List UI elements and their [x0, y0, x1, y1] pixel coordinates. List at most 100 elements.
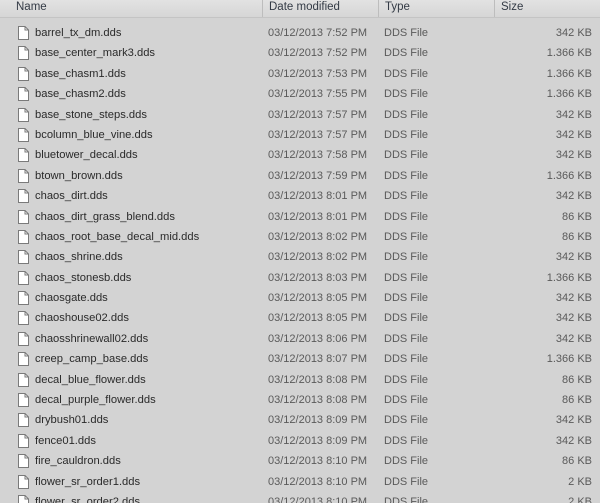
file-name: chaos_root_base_decal_mid.dds — [35, 230, 200, 243]
file-date-modified: 03/12/2013 8:02 PM — [268, 230, 368, 243]
file-date-modified: 03/12/2013 8:09 PM — [268, 414, 368, 427]
file-size: 1.366 KB — [546, 169, 592, 182]
file-date-modified: 03/12/2013 8:08 PM — [268, 394, 368, 407]
file-name: base_chasm1.dds — [35, 67, 126, 80]
file-row[interactable]: btown_brown.dds 03/12/2013 7:59 PM DDS Fil… — [0, 167, 600, 187]
file-type: DDS File — [384, 271, 429, 284]
file-row[interactable]: barrel_tx_dm.dds 03/12/2013 7:52 PM DDS Fi… — [0, 24, 600, 44]
file-row[interactable]: bcolumn_blue_vine.dds 03/12/2013 7:57 PM D… — [0, 126, 600, 146]
file-row[interactable]: flower_sr_order1.dds 03/12/2013 8:10 PM DD… — [0, 473, 600, 493]
file-date-modified: 03/12/2013 8:09 PM — [268, 434, 368, 447]
file-icon — [18, 291, 29, 306]
file-type: DDS File — [384, 88, 429, 101]
file-row[interactable]: chaos_root_base_decal_mid.dds 03/12/2013 … — [0, 228, 600, 248]
file-row[interactable]: flower_sr_order2.dds 03/12/2013 8:10 PM DD… — [0, 493, 600, 503]
file-size: 342 KB — [555, 149, 592, 162]
file-icon — [18, 26, 29, 40]
file-size: 342 KB — [555, 332, 592, 345]
file-row[interactable]: chaosshrinewall02.dds 03/12/2013 8:06 PM D… — [0, 330, 600, 350]
file-type: DDS File — [384, 312, 429, 325]
file-type: DDS File — [384, 373, 429, 386]
file-row[interactable]: decal_purple_flower.dds 03/12/2013 8:08 P… — [0, 391, 600, 411]
file-icon — [18, 189, 29, 204]
file-type: DDS File — [384, 455, 429, 468]
column-header-name[interactable]: Name — [0, 0, 262, 17]
file-size: 86 KB — [562, 230, 592, 243]
file-row[interactable]: fire_cauldron.dds 03/12/2013 8:10 PM DDS F… — [0, 452, 600, 472]
file-row[interactable]: creep_camp_base.dds 03/12/2013 8:07 PM DDS… — [0, 350, 600, 370]
file-row[interactable]: chaos_shrine.dds 03/12/2013 8:02 PM DDS Fi… — [0, 248, 600, 268]
file-size: 1.366 KB — [546, 47, 592, 60]
file-size: 342 KB — [555, 251, 592, 264]
file-type: DDS File — [384, 414, 429, 427]
file-type: DDS File — [384, 251, 429, 264]
file-name: decal_blue_flower.dds — [35, 373, 146, 386]
file-size: 342 KB — [555, 108, 592, 121]
file-row[interactable]: bluetower_decal.dds 03/12/2013 7:58 PM DDS… — [0, 146, 600, 166]
file-name: btown_brown.dds — [35, 169, 123, 182]
file-name: bcolumn_blue_vine.dds — [35, 128, 153, 141]
file-date-modified: 03/12/2013 8:10 PM — [268, 455, 368, 468]
file-list: barrel_tx_dm.dds 03/12/2013 7:52 PM DDS Fi… — [0, 24, 600, 503]
file-size: 86 KB — [562, 373, 592, 386]
file-date-modified: 03/12/2013 7:52 PM — [268, 27, 368, 39]
file-type: DDS File — [384, 149, 429, 162]
file-row[interactable]: base_chasm1.dds 03/12/2013 7:53 PM DDS Fil… — [0, 65, 600, 85]
file-date-modified: 03/12/2013 8:08 PM — [268, 373, 368, 386]
file-type: DDS File — [384, 434, 429, 447]
file-name: chaosgate.dds — [35, 292, 108, 305]
file-name: base_chasm2.dds — [35, 88, 126, 101]
file-type: DDS File — [384, 394, 429, 407]
file-type: DDS File — [384, 169, 429, 182]
file-type: DDS File — [384, 190, 429, 203]
file-row[interactable]: chaos_stonesb.dds 03/12/2013 8:03 PM DDS F… — [0, 269, 600, 289]
column-header-size[interactable]: Size — [494, 0, 600, 17]
column-header-date-modified[interactable]: Date modified — [262, 0, 378, 17]
file-date-modified: 03/12/2013 8:01 PM — [268, 190, 368, 203]
file-row[interactable]: chaoshouse02.dds 03/12/2013 8:05 PM DDS Fi… — [0, 309, 600, 329]
file-size: 2 KB — [568, 495, 592, 503]
file-icon — [18, 209, 29, 224]
file-name: chaos_stonesb.dds — [35, 271, 132, 284]
file-type: DDS File — [384, 67, 429, 80]
file-type: DDS File — [384, 47, 429, 60]
file-row[interactable]: base_chasm2.dds 03/12/2013 7:55 PM DDS Fil… — [0, 85, 600, 105]
file-name: base_stone_steps.dds — [35, 108, 147, 121]
file-date-modified: 03/12/2013 8:06 PM — [268, 332, 368, 345]
file-row[interactable]: base_stone_steps.dds 03/12/2013 7:57 PM DD… — [0, 106, 600, 126]
file-name: drybush01.dds — [35, 414, 109, 427]
file-size: 1.366 KB — [546, 67, 592, 80]
file-type: DDS File — [384, 332, 429, 345]
column-header-bar: Name Date modified Type Size — [0, 0, 600, 18]
file-icon — [18, 454, 29, 469]
file-row[interactable]: chaosgate.dds 03/12/2013 8:05 PM DDS File 3… — [0, 289, 600, 309]
file-row[interactable]: fence01.dds 03/12/2013 8:09 PM DDS File 342… — [0, 432, 600, 452]
file-icon — [18, 352, 29, 367]
file-size: 342 KB — [555, 128, 592, 141]
file-date-modified: 03/12/2013 7:53 PM — [268, 67, 368, 80]
file-icon — [18, 168, 29, 183]
file-row[interactable]: decal_blue_flower.dds 03/12/2013 8:08 PM D… — [0, 371, 600, 391]
file-icon — [18, 229, 29, 244]
file-date-modified: 03/12/2013 7:58 PM — [268, 149, 368, 162]
file-name: chaos_dirt.dds — [35, 190, 108, 203]
file-row[interactable]: drybush01.dds 03/12/2013 8:09 PM DDS File 3… — [0, 411, 600, 431]
column-header-type[interactable]: Type — [378, 0, 494, 17]
file-name: creep_camp_base.dds — [35, 353, 149, 366]
file-icon — [18, 148, 29, 163]
file-date-modified: 03/12/2013 8:01 PM — [268, 210, 368, 223]
file-name: fire_cauldron.dds — [35, 455, 121, 468]
file-name: barrel_tx_dm.dds — [35, 27, 122, 39]
file-row[interactable]: chaos_dirt_grass_blend.dds 03/12/2013 8:0… — [0, 208, 600, 228]
file-name: flower_sr_order1.dds — [35, 475, 141, 488]
file-row[interactable]: chaos_dirt.dds 03/12/2013 8:01 PM DDS File… — [0, 187, 600, 207]
file-date-modified: 03/12/2013 8:10 PM — [268, 475, 368, 488]
file-type: DDS File — [384, 495, 429, 503]
file-type: DDS File — [384, 230, 429, 243]
file-icon — [18, 413, 29, 428]
file-row[interactable]: base_center_mark3.dds 03/12/2013 7:52 PM D… — [0, 44, 600, 64]
file-icon — [18, 250, 29, 265]
file-name: chaoshouse02.dds — [35, 312, 129, 325]
file-icon — [18, 474, 29, 489]
file-size: 1.366 KB — [546, 271, 592, 284]
